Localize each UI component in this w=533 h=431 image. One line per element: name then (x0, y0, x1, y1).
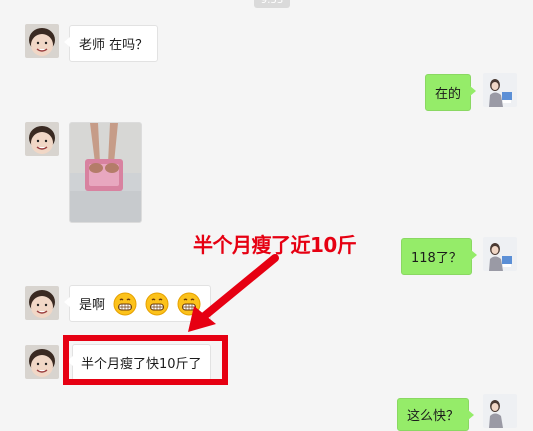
message-bubble[interactable]: 老师 在吗？ (63, 25, 159, 62)
student-avatar[interactable] (25, 345, 59, 379)
message-text: 118了？ (411, 251, 462, 266)
annotation-arrow-icon (180, 254, 280, 340)
grin-emoji-icon (113, 292, 137, 320)
chat-timestamp: 9:53 (254, 0, 290, 8)
student-avatar[interactable] (25, 24, 59, 58)
message-text: 是啊 (79, 298, 106, 313)
message-text: 老师 在吗？ (79, 38, 149, 53)
message-bubble[interactable]: 118了？ (401, 238, 477, 275)
photo-message-scale[interactable] (69, 122, 142, 223)
message-bubble[interactable]: 在的 (425, 74, 477, 111)
teacher-avatar[interactable] (483, 237, 517, 271)
student-avatar[interactable] (25, 122, 59, 156)
grin-emoji-icon (145, 292, 169, 320)
teacher-avatar[interactable] (483, 73, 517, 107)
message-bubble[interactable]: 这么快？ (397, 398, 475, 431)
student-avatar[interactable] (25, 286, 59, 320)
annotation-highlight-box (63, 335, 228, 385)
message-text: 这么快？ (407, 409, 460, 424)
teacher-avatar[interactable] (483, 394, 517, 428)
message-text: 在的 (435, 87, 462, 102)
